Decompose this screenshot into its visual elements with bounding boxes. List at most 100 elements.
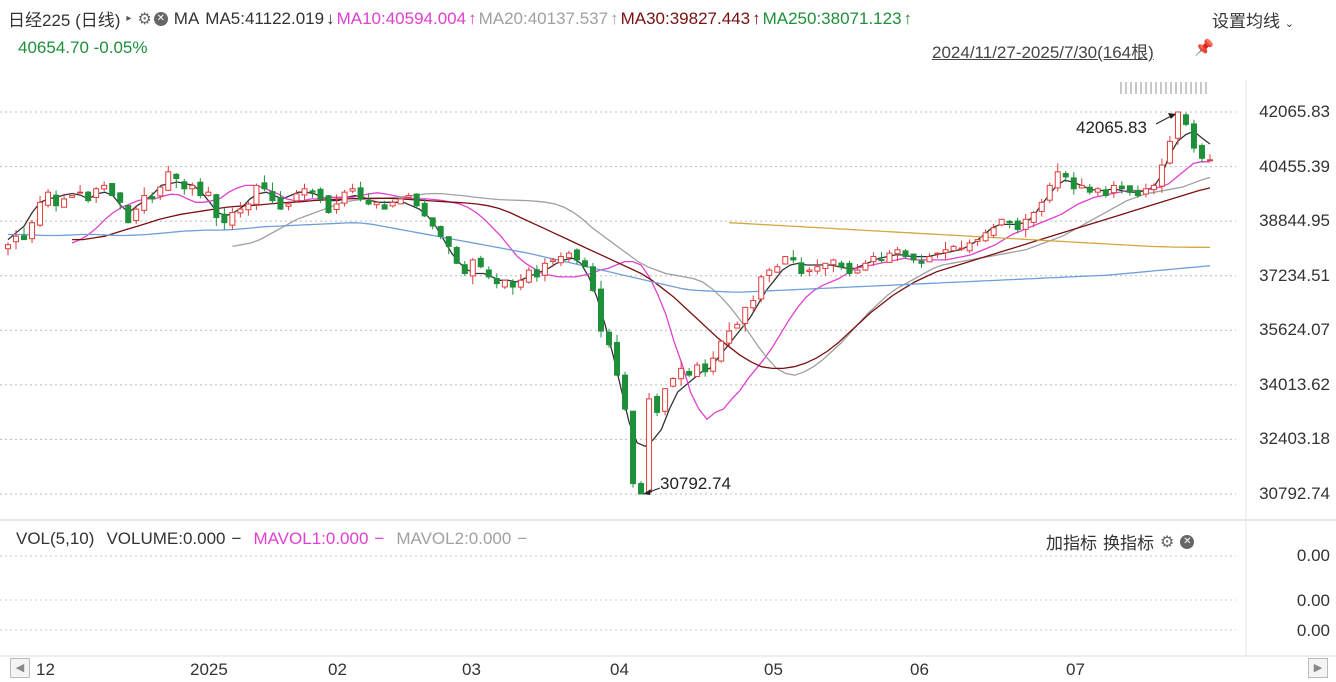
candle-up <box>894 249 901 255</box>
x-tick-label: 03 <box>462 660 481 679</box>
candle-down <box>413 193 420 207</box>
high-pointer-arrow <box>1167 113 1176 119</box>
gear-icon[interactable]: ⚙ <box>1160 532 1174 552</box>
close-icon[interactable]: ✕ <box>1180 534 1195 549</box>
candle-down <box>437 226 444 237</box>
candle-down <box>429 217 436 227</box>
candle-up <box>646 398 653 493</box>
indicator-controls: 加指标 换指标 ⚙ ✕ <box>1046 529 1200 554</box>
candle-up <box>37 201 44 226</box>
mavol1-value: MAVOL1:0.000 <box>253 529 369 548</box>
candle-down <box>317 188 324 200</box>
candle-up <box>237 208 244 214</box>
candle-down <box>325 195 332 214</box>
candle-down <box>445 236 452 247</box>
candle-down <box>846 262 853 274</box>
candle-up <box>5 244 11 250</box>
candle-up <box>69 195 76 198</box>
candle-up <box>958 247 965 250</box>
candle-down <box>1126 185 1133 193</box>
candle-down <box>1190 123 1197 149</box>
candle-up <box>726 330 733 344</box>
candle-down <box>902 250 909 258</box>
candle-down <box>838 262 845 268</box>
candle-down <box>485 269 492 278</box>
candle-up <box>293 193 300 202</box>
volume-tick-3: 0.00 <box>1296 621 1330 640</box>
candle-up <box>870 256 877 263</box>
candle-up <box>285 203 292 207</box>
volume-legend-row: VOL(5,10) VOLUME:0.000 − MAVOL1:0.000 − … <box>16 529 533 549</box>
candle-down <box>381 204 388 210</box>
mavol2-value: MAVOL2:0.000 <box>396 529 512 548</box>
candle-up <box>405 195 412 198</box>
candle-down <box>878 259 885 262</box>
volume-dash: − <box>231 529 242 548</box>
x-tick-label: 12 <box>36 660 55 679</box>
candle-up <box>1150 184 1157 191</box>
candle-up <box>565 252 572 259</box>
scroll-right-button[interactable]: ▶ <box>1308 658 1328 678</box>
candle-up <box>61 198 68 208</box>
candle-down <box>1102 189 1109 197</box>
candle-up <box>373 201 380 206</box>
candle-up <box>93 188 100 198</box>
candle-down <box>421 202 428 217</box>
candle-up <box>1054 171 1061 189</box>
candle-down <box>1062 173 1069 178</box>
candle-down <box>461 264 468 274</box>
candle-up <box>734 323 741 329</box>
candlestick-chart[interactable] <box>0 0 1336 682</box>
candle-up <box>245 203 252 211</box>
candle-up <box>710 357 717 372</box>
candle-up <box>982 232 989 242</box>
candle-down <box>365 199 372 205</box>
candle-up <box>165 171 172 191</box>
switch-indicator-button[interactable]: 换指标 <box>1103 529 1154 554</box>
candle-up <box>678 367 685 380</box>
candle-down <box>309 190 316 193</box>
low-annotation: 30792.74 <box>660 474 731 493</box>
candle-up <box>13 235 20 243</box>
candle-up <box>1207 159 1213 162</box>
candle-up <box>189 184 196 190</box>
candle-up <box>1142 188 1149 195</box>
candle-down <box>654 395 661 413</box>
candle-up <box>886 252 893 263</box>
ma-line-ma5 <box>7 130 1211 448</box>
candle-down <box>277 197 284 210</box>
candle-down <box>85 191 92 202</box>
x-tick-label: 06 <box>910 660 929 679</box>
candle-up <box>926 256 933 263</box>
candle-down <box>109 183 116 197</box>
add-indicator-button[interactable]: 加指标 <box>1046 529 1097 554</box>
candle-up <box>549 259 556 262</box>
candle-up <box>806 269 813 273</box>
volume-tick-1: 0.00 <box>1296 546 1330 565</box>
candle-down <box>221 213 228 224</box>
y-tick-label: 37234.51 <box>1259 265 1330 285</box>
candle-down <box>630 410 637 485</box>
candle-down <box>1198 145 1205 159</box>
candle-down <box>1134 189 1141 197</box>
candle-up <box>1038 201 1045 212</box>
candle-up <box>501 279 508 288</box>
candle-up <box>1174 111 1181 139</box>
candle-up <box>950 245 957 252</box>
candle-down <box>493 277 500 285</box>
y-tick-label: 30792.74 <box>1259 484 1330 503</box>
scroll-left-button[interactable]: ◀ <box>10 658 30 678</box>
candle-down <box>589 266 596 291</box>
candle-up <box>830 259 837 266</box>
x-tick-label: 2025 <box>190 660 228 679</box>
x-tick-label: 07 <box>1066 660 1085 679</box>
candle-down <box>606 331 612 346</box>
candle-up <box>29 222 36 240</box>
candle-down <box>357 187 364 200</box>
ma-line-ma10 <box>71 161 1211 421</box>
candle-down <box>53 194 60 207</box>
candle-down <box>173 173 180 180</box>
candle-up <box>205 191 212 197</box>
volume-tick-2: 0.00 <box>1296 591 1330 610</box>
candle-down <box>477 257 484 268</box>
